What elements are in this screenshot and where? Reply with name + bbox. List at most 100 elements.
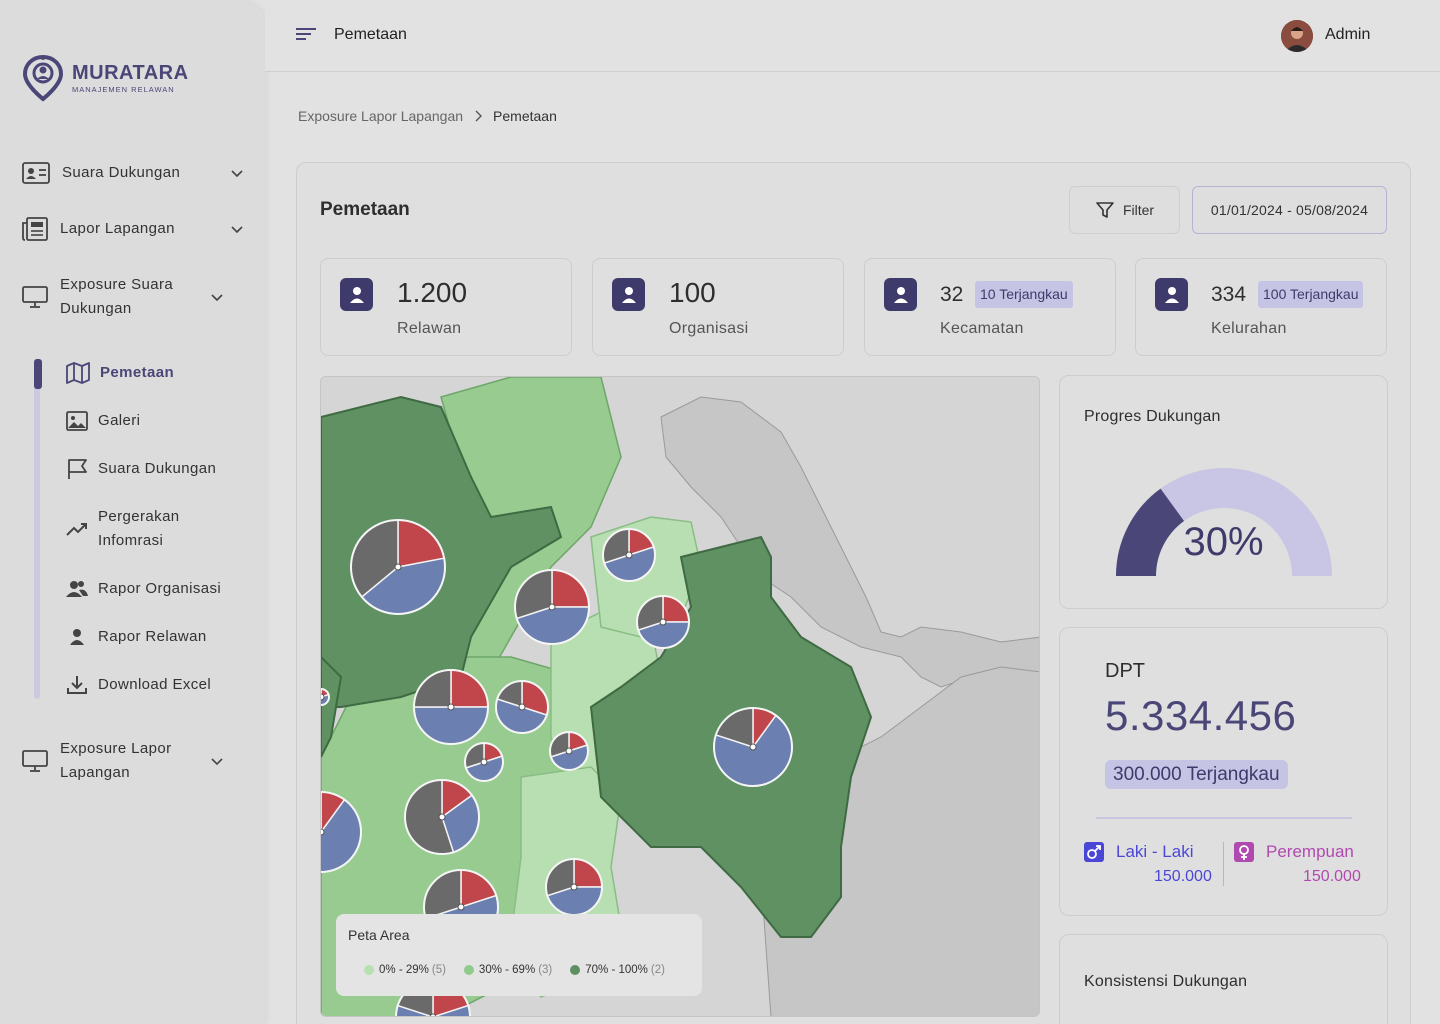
sidebar-item-suara-dukungan[interactable]: Suara Dukungan xyxy=(22,161,244,185)
pie-marker[interactable] xyxy=(321,791,362,873)
pie-center xyxy=(749,743,757,751)
avatar[interactable] xyxy=(1281,20,1313,52)
stat-card-kelurahan: 334 100 Terjangkau Kelurahan xyxy=(1135,258,1387,356)
chevron-down-icon xyxy=(231,226,243,234)
male-value: 150.000 xyxy=(1154,868,1212,885)
brand-subtitle: MANAJEMEN RELAWAN xyxy=(72,84,175,94)
page-title: Pemetaan xyxy=(334,26,407,43)
brand-title: MURATARA xyxy=(72,61,189,84)
sidebar-item-exposure-suara-dukungan[interactable]: Exposure Suara Dukungan xyxy=(22,273,244,321)
pie-marker[interactable] xyxy=(464,742,504,782)
monitor-icon xyxy=(22,286,48,308)
pie-center xyxy=(570,883,578,891)
user-icon xyxy=(1155,278,1188,311)
sidebar-subitem-label: Download Excel xyxy=(98,676,212,693)
legend-label: 30% - 69% xyxy=(478,964,536,976)
sidebar-subitem-rapor-organisasi[interactable]: Rapor Organisasi xyxy=(66,577,221,601)
pie-marker[interactable] xyxy=(321,688,330,706)
sidebar-item-exposure-lapor-lapangan[interactable]: Exposure Lapor Lapangan xyxy=(22,737,244,785)
pie-marker[interactable] xyxy=(404,779,480,855)
sidebar-item-lapor-lapangan[interactable]: Lapor Lapangan xyxy=(22,217,244,241)
pie-marker[interactable] xyxy=(713,707,793,787)
user-photo-icon xyxy=(1281,20,1313,52)
legend-label: 0% - 29% xyxy=(379,964,429,976)
legend-dot xyxy=(463,965,474,975)
breadcrumb-current: Pemetaan xyxy=(493,108,557,124)
pie-marker[interactable] xyxy=(495,680,549,734)
chevron-down-icon xyxy=(231,170,243,178)
male-icon xyxy=(1084,842,1104,862)
sidebar-item-label: Lapor Lapangan xyxy=(60,220,175,237)
pie-center xyxy=(321,828,325,836)
dpt-badge: 300.000 Terjangkau xyxy=(1105,760,1288,789)
legend-dot xyxy=(364,965,374,975)
section-title: Pemetaan xyxy=(320,199,410,220)
brand-logo[interactable]: MURATARA MANAJEMEN RELAWAN xyxy=(22,54,189,102)
stat-value: 334 xyxy=(1211,283,1247,306)
user-name[interactable]: Admin xyxy=(1325,26,1370,44)
divider xyxy=(1223,842,1224,886)
chevron-down-icon xyxy=(211,758,223,766)
pie-center xyxy=(429,1013,437,1016)
stat-value: 100 xyxy=(669,277,716,308)
chevron-right-icon xyxy=(475,110,483,122)
sidebar-item-label: Suara Dukungan xyxy=(62,164,181,181)
divider xyxy=(1096,817,1352,819)
sidebar-subitem-label: Suara Dukungan xyxy=(98,460,217,477)
filter-button[interactable]: Filter xyxy=(1069,186,1180,234)
sidebar-subitem-download-excel[interactable]: Download Excel xyxy=(66,673,211,697)
pie-marker[interactable] xyxy=(602,528,656,582)
pie-center xyxy=(394,563,402,571)
submenu-rail xyxy=(34,359,40,699)
submenu-active-indicator xyxy=(34,359,42,389)
male-label: Laki - Laki xyxy=(1116,842,1194,861)
sidebar-item-label: Exposure Suara Dukungan xyxy=(60,276,174,317)
sidebar-subitem-pemetaan[interactable]: Pemetaan xyxy=(66,361,174,385)
pie-marker[interactable] xyxy=(413,669,489,745)
pie-center xyxy=(518,703,526,711)
dpt-label: DPT xyxy=(1105,660,1145,682)
legend-title: Peta Area xyxy=(348,927,410,943)
pie-center xyxy=(457,903,465,911)
pie-center xyxy=(565,747,573,755)
pie-marker[interactable] xyxy=(636,595,690,649)
user-icon xyxy=(70,629,84,645)
breadcrumb-parent[interactable]: Exposure Lapor Lapangan xyxy=(298,108,463,124)
sidebar-subitem-rapor-relawan[interactable]: Rapor Relawan xyxy=(66,625,207,649)
legend-label: 70% - 100% xyxy=(585,964,648,976)
legend-dot xyxy=(570,965,581,975)
progress-panel: Progres Dukungan 30% xyxy=(1059,375,1388,609)
dpt-panel: DPT 5.334.456 300.000 Terjangkau Laki - … xyxy=(1059,627,1388,916)
legend-count: (5) xyxy=(431,964,446,976)
sidebar-subitem-galeri[interactable]: Galeri xyxy=(66,409,140,433)
location-pin-logo-icon xyxy=(22,54,64,102)
stat-value: 1.200 xyxy=(397,277,468,308)
female-value: 150.000 xyxy=(1303,868,1361,885)
female-label: Perempuan xyxy=(1266,842,1354,861)
sidebar-subitem-suara-dukungan[interactable]: Suara Dukungan xyxy=(66,457,216,481)
stat-label: Kelurahan xyxy=(1211,320,1287,337)
image-icon xyxy=(66,411,88,431)
sidebar: MURATARA MANAJEMEN RELAWAN Suara Dukunga… xyxy=(0,0,265,1024)
pie-marker[interactable] xyxy=(545,858,603,916)
menu-icon[interactable] xyxy=(295,26,317,42)
status-badge: 10 Terjangkau xyxy=(975,281,1073,308)
date-range-input[interactable]: 01/01/2024 - 05/08/2024 xyxy=(1192,186,1387,234)
stat-card-organisasi: 100 Organisasi xyxy=(592,258,844,356)
pie-center xyxy=(321,693,325,701)
legend-count: (3) xyxy=(538,964,553,976)
stat-label: Organisasi xyxy=(669,320,749,337)
trend-icon xyxy=(66,523,87,536)
pie-center xyxy=(625,551,633,559)
pie-marker[interactable] xyxy=(514,569,590,645)
pie-center xyxy=(480,758,488,766)
status-badge: 100 Terjangkau xyxy=(1258,281,1364,308)
filter-icon xyxy=(1096,202,1114,218)
pie-marker[interactable] xyxy=(350,519,446,615)
stat-label: Relawan xyxy=(397,320,462,337)
pie-center xyxy=(438,813,446,821)
newspaper-icon xyxy=(22,217,48,241)
pie-marker[interactable] xyxy=(549,731,589,771)
sidebar-subitem-label: Pemetaan xyxy=(100,364,175,381)
sidebar-subitem-pergerakan-informasi[interactable]: Pergerakan Infomrasi xyxy=(66,505,208,553)
